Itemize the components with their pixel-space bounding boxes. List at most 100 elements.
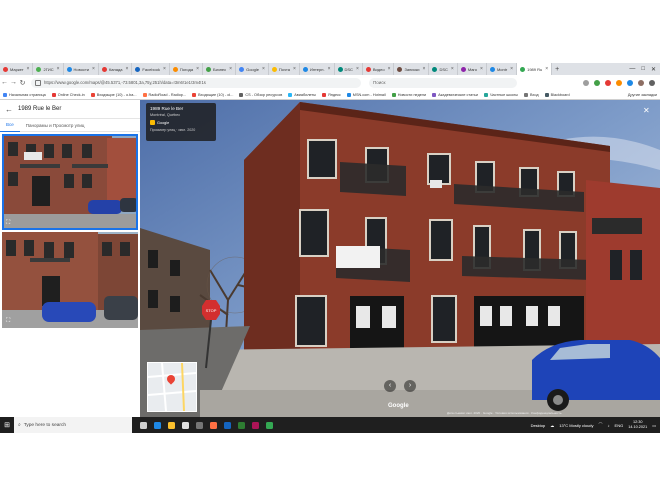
bookmark-item[interactable]: Новости недели xyxy=(389,92,429,97)
volume-icon[interactable]: ♪ xyxy=(608,423,610,428)
browser-tab[interactable]: Новости × xyxy=(64,63,99,75)
wifi-icon[interactable]: ⌒ xyxy=(599,422,603,428)
task-view-icon[interactable] xyxy=(140,421,147,429)
app-icon[interactable] xyxy=(252,421,259,429)
excel-icon[interactable] xyxy=(238,421,245,429)
street-view-info-card: 1989 Rue le Ber Montréal, Québec Google … xyxy=(146,103,216,141)
rotate-right-icon[interactable]: › xyxy=(404,380,416,392)
browser-tab[interactable]: Facebook × xyxy=(132,63,170,75)
tab-street-view[interactable]: Панорамы и Просмотр улиц xyxy=(20,119,91,131)
extension-icon[interactable] xyxy=(605,79,611,86)
bookmark-item[interactable]: Академические статьи xyxy=(429,92,481,97)
terms-footer[interactable]: Дата съемки: июл. 2020 · Google · Услови… xyxy=(447,411,562,415)
bookmark-item[interactable]: Начальная страница xyxy=(0,92,49,97)
browser-tab[interactable]: Видео × xyxy=(363,63,395,75)
chrome-icon[interactable] xyxy=(266,421,273,429)
tab-close-icon[interactable]: × xyxy=(262,66,265,72)
browser-tab[interactable]: Google × xyxy=(236,63,269,75)
street-view-minimap[interactable] xyxy=(147,362,197,412)
tab-close-icon[interactable]: × xyxy=(27,66,30,72)
extension-icon[interactable] xyxy=(583,79,589,86)
bookmark-item[interactable]: Blackboard xyxy=(542,92,573,97)
browser-tab[interactable]: Записки × xyxy=(394,63,430,75)
bookmark-item[interactable]: Входящие (10) - o.ba... xyxy=(88,92,140,97)
bookmark-item[interactable]: Яндекс xyxy=(319,92,344,97)
clock[interactable]: 12:30 14.10.2021 xyxy=(628,420,647,430)
close-window-button[interactable]: ✕ xyxy=(651,66,656,73)
bookmark-item[interactable]: CS - Обзор ресурсов xyxy=(236,92,285,97)
extension-icon[interactable] xyxy=(616,79,622,86)
reload-icon[interactable]: ↻ xyxy=(18,79,27,87)
taskbar-search[interactable]: ⌕ Type here to search xyxy=(14,417,132,433)
profile-avatar[interactable] xyxy=(638,79,644,86)
browser-tab[interactable]: Канада × xyxy=(99,63,133,75)
menu-icon[interactable] xyxy=(649,79,655,86)
maximize-button[interactable]: □ xyxy=(641,66,645,73)
bookmark-item[interactable]: Входящие (10) - ol... xyxy=(189,92,236,97)
browser-tab[interactable]: 1989 Ru × xyxy=(517,63,553,75)
back-arrow-icon[interactable]: ← xyxy=(0,105,18,114)
bookmark-item[interactable]: Авиабилеты xyxy=(285,92,319,97)
browser-tab[interactable]: DSC × xyxy=(335,63,363,75)
browser-tab[interactable]: 2ГИС × xyxy=(33,63,64,75)
bookmark-item[interactable]: Online Check-in xyxy=(49,92,88,97)
tab-close-icon[interactable]: × xyxy=(126,66,129,72)
back-icon[interactable]: ← xyxy=(0,79,9,86)
browser-tab[interactable]: Интерн. × xyxy=(300,63,335,75)
browser-tab[interactable]: Бизнес × xyxy=(203,63,237,75)
forward-icon[interactable]: → xyxy=(9,79,18,86)
browser-tab[interactable]: Montr × xyxy=(487,63,518,75)
word-icon[interactable] xyxy=(224,421,231,429)
browser-tab[interactable]: DSC × xyxy=(429,63,458,75)
street-view-panorama[interactable]: STOP xyxy=(140,100,660,417)
windows-start-icon[interactable]: ⊞ xyxy=(0,421,14,429)
tab-close-icon[interactable]: × xyxy=(423,66,426,72)
extension-icon[interactable] xyxy=(627,79,633,86)
tab-close-icon[interactable]: × xyxy=(356,66,359,72)
desktop-label[interactable]: Desktop xyxy=(531,423,546,428)
address-bar[interactable]: https://www.google.com/maps/@45.5371,-73… xyxy=(31,77,361,88)
other-bookmarks[interactable]: Другие закладки xyxy=(625,93,660,97)
notifications-icon[interactable]: ▭ xyxy=(652,423,656,428)
tab-favicon-icon xyxy=(3,66,8,72)
tab-close-icon[interactable]: × xyxy=(293,66,296,72)
street-view-icon: ⛶ xyxy=(6,318,11,324)
tab-close-icon[interactable]: × xyxy=(545,66,548,72)
tab-all[interactable]: Все xyxy=(0,119,20,132)
tab-close-icon[interactable]: × xyxy=(196,66,199,72)
tab-close-icon[interactable]: × xyxy=(92,66,95,72)
bookmark-item[interactable]: MSN.com - Hotmail xyxy=(344,92,389,97)
street-view-capture-date[interactable]: Просмотр улиц · июл. 2020 xyxy=(150,128,212,132)
tab-close-icon[interactable]: × xyxy=(328,66,331,72)
bookmark-item[interactable]: Вход xyxy=(521,92,542,97)
close-icon[interactable]: ✕ xyxy=(643,106,650,115)
street-photo-thumbnail[interactable]: ⛶ xyxy=(2,134,138,230)
language-indicator[interactable]: ENG xyxy=(615,423,624,428)
new-tab-button[interactable]: + xyxy=(552,66,562,73)
extension-icon[interactable] xyxy=(594,79,600,86)
browser-tab[interactable]: Погода × xyxy=(170,63,204,75)
rotate-left-icon[interactable]: ‹ xyxy=(384,380,396,392)
bookmark-item[interactable]: RadioRoad - Radiop... xyxy=(140,92,190,97)
tab-close-icon[interactable]: × xyxy=(510,66,513,72)
tab-close-icon[interactable]: × xyxy=(480,66,483,72)
firefox-icon[interactable] xyxy=(210,421,217,429)
browser-tab[interactable]: Маго × xyxy=(458,63,487,75)
browser-search-box[interactable]: Поиск xyxy=(369,77,517,88)
tab-close-icon[interactable]: × xyxy=(229,66,232,72)
browser-tab[interactable]: Маркет × xyxy=(0,63,34,75)
tab-close-icon[interactable]: × xyxy=(451,66,454,72)
weather-text[interactable]: 13°C Mostly cloudy xyxy=(559,423,593,428)
tab-label: Новости xyxy=(73,66,90,72)
tab-close-icon[interactable]: × xyxy=(163,66,166,72)
browser-tab[interactable]: Почта × xyxy=(269,63,300,75)
street-photo-thumbnail[interactable]: ⛶ xyxy=(2,232,138,328)
app-icon[interactable] xyxy=(182,421,189,429)
tab-close-icon[interactable]: × xyxy=(388,66,391,72)
bookmark-item[interactable]: Частные школы xyxy=(481,92,521,97)
minimize-button[interactable]: — xyxy=(629,66,635,73)
tab-close-icon[interactable]: × xyxy=(57,66,60,72)
file-explorer-icon[interactable] xyxy=(168,421,175,429)
edge-icon[interactable] xyxy=(154,421,161,429)
app-icon[interactable] xyxy=(196,421,203,429)
